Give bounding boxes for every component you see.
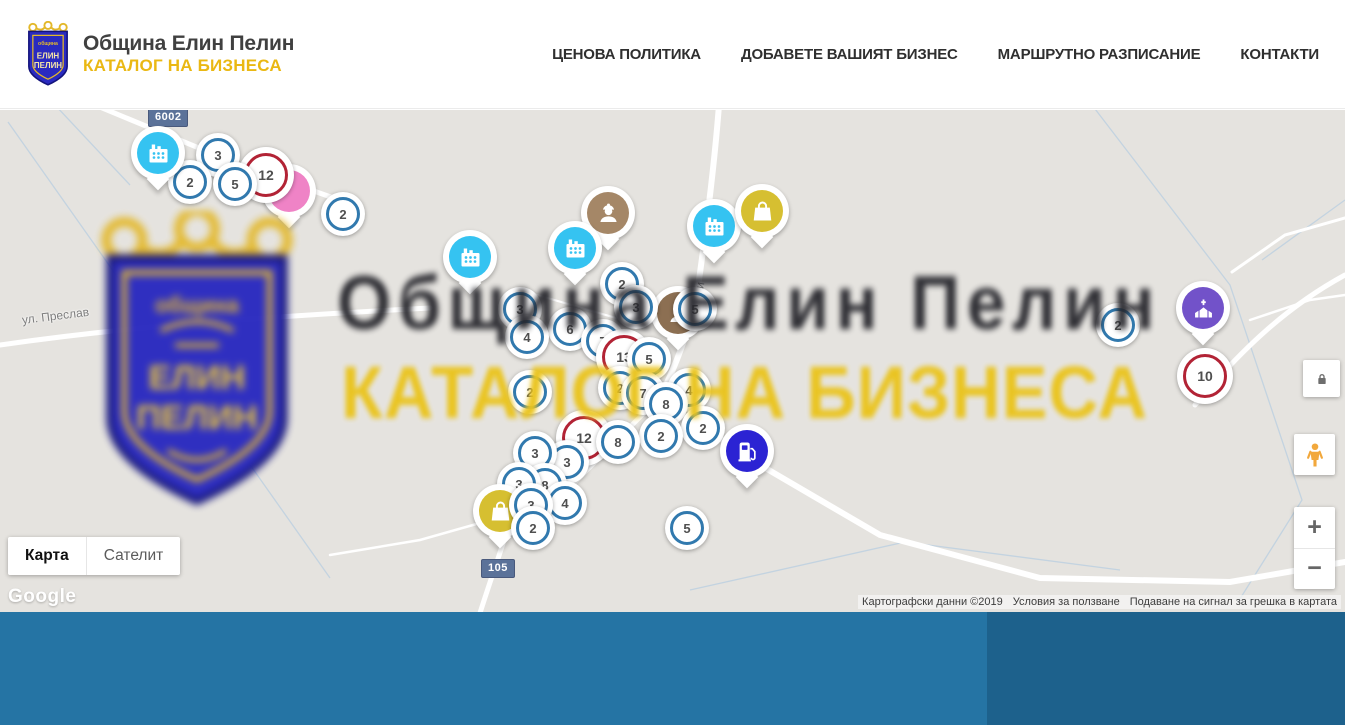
search-submit-panel — [987, 612, 1345, 725]
lock-button[interactable] — [1303, 360, 1340, 397]
attribution-report-link[interactable]: Подаване на сигнал за грешка в картата — [1130, 596, 1337, 608]
map-type-control: Карта Сателит — [8, 537, 180, 575]
municipality-crest-icon: община ЕЛИН ПЕЛИН — [24, 21, 72, 88]
map-type-satellite-button[interactable]: Сателит — [86, 537, 180, 575]
main-nav: ЦЕНОВА ПОЛИТИКА ДОБАВЕТЕ ВАШИЯТ БИЗНЕС М… — [552, 46, 1319, 63]
nav-item-add-business[interactable]: ДОБАВЕТЕ ВАШИЯТ БИЗНЕС — [741, 46, 958, 63]
pin-marker-factory-icon[interactable] — [687, 199, 741, 253]
cluster-marker[interactable]: 2 — [511, 506, 555, 550]
site-subtitle: КАТАЛОГ НА БИЗНЕСА — [83, 56, 294, 76]
crest-name-line2: ПЕЛИН — [34, 61, 62, 70]
cluster-marker[interactable]: 5 — [213, 162, 257, 206]
crest-town-label: община — [38, 39, 58, 46]
pin-marker-fuel-icon[interactable] — [720, 424, 774, 478]
pin-marker-factory-icon[interactable] — [548, 221, 602, 275]
site-logo[interactable]: община ЕЛИН ПЕЛИН Община Елин Пелин КАТА… — [24, 21, 294, 88]
pin-marker-factory-icon[interactable] — [131, 126, 185, 180]
map-attribution: Картографски данни ©2019 Условия за полз… — [858, 595, 1341, 609]
factory-icon — [693, 205, 735, 247]
google-logo[interactable]: Google — [8, 586, 76, 608]
zoom-control: + − — [1294, 507, 1335, 589]
nav-item-route-schedule[interactable]: МАРШРУТНО РАЗПИСАНИЕ — [998, 46, 1201, 63]
factory-icon — [554, 227, 596, 269]
cluster-marker[interactable]: 2 — [639, 414, 683, 458]
attribution-terms-link[interactable]: Условия за ползване — [1013, 596, 1120, 608]
road-badge: 105 — [481, 559, 515, 578]
zoom-in-button[interactable]: + — [1294, 507, 1335, 549]
lock-icon — [1314, 371, 1330, 387]
cluster-marker[interactable]: 10 — [1177, 348, 1233, 404]
map-type-map-button[interactable]: Карта — [8, 537, 86, 575]
page: община ЕЛИН ПЕЛИН Община Елин Пелин КАТА… — [0, 0, 1345, 725]
header: община ЕЛИН ПЕЛИН Община Елин Пелин КАТА… — [0, 0, 1345, 109]
search-bar: Категория Местоположение ТЪРСЕНЕ — [0, 612, 1345, 725]
cluster-marker[interactable]: 8 — [596, 420, 640, 464]
attribution-copyright: Картографски данни ©2019 — [862, 596, 1003, 608]
cluster-marker[interactable]: 5 — [665, 506, 709, 550]
pin-marker-bag-icon[interactable] — [735, 184, 789, 238]
cluster-marker[interactable]: 3 — [614, 285, 658, 329]
cluster-marker[interactable]: 2 — [321, 192, 365, 236]
church-icon — [1182, 287, 1224, 329]
zoom-out-button[interactable]: − — [1294, 549, 1335, 590]
cluster-marker[interactable]: 5 — [673, 287, 717, 331]
nav-item-pricing[interactable]: ЦЕНОВА ПОЛИТИКА — [552, 46, 701, 63]
site-title: Община Елин Пелин — [83, 32, 294, 56]
cluster-marker[interactable]: 2 — [508, 370, 552, 414]
cluster-marker[interactable]: 2 — [1096, 303, 1140, 347]
map-canvas[interactable]: ул. Преславбул. „Новоселци“ции6002105 12… — [0, 110, 1345, 612]
factory-icon — [449, 236, 491, 278]
cluster-marker[interactable]: 2 — [681, 406, 725, 450]
street-view-pegman-button[interactable] — [1294, 434, 1335, 475]
pin-marker-church-icon[interactable] — [1176, 281, 1230, 335]
nav-item-contacts[interactable]: КОНТАКТИ — [1240, 46, 1319, 63]
factory-icon — [137, 132, 179, 174]
fuel-icon — [726, 430, 768, 472]
road-badge: 6002 — [148, 110, 188, 127]
pegman-icon — [1304, 442, 1326, 468]
pin-marker-factory-icon[interactable] — [443, 230, 497, 284]
cluster-marker[interactable]: 4 — [505, 315, 549, 359]
crest-name-line1: ЕЛИН — [37, 51, 60, 60]
bag-icon — [741, 190, 783, 232]
